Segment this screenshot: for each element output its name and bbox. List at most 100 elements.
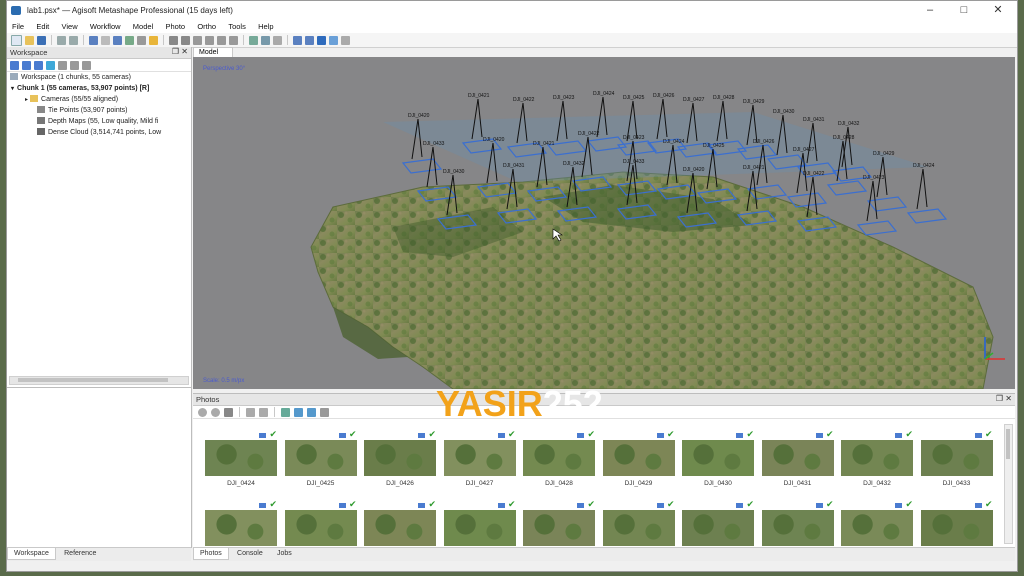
ruler-icon[interactable]	[137, 35, 146, 45]
menu-workflow[interactable]: Workflow	[85, 20, 126, 33]
photo-status-badges: ✔	[655, 499, 675, 510]
camera-label: DJI_0431	[503, 163, 525, 169]
scrollbar-thumb[interactable]	[1006, 429, 1010, 459]
add-chunk-icon[interactable]	[10, 60, 19, 70]
menu-photo[interactable]: Photo	[160, 20, 190, 33]
enable-icon[interactable]	[58, 60, 67, 70]
photo-status-badges: ✔	[496, 499, 516, 510]
camera-frustum-line	[426, 146, 434, 188]
rotate-left-icon[interactable]	[198, 407, 207, 417]
tree-item-dense-cloud[interactable]: Dense Cloud (3,514,741 points, Low	[37, 128, 161, 138]
move-region-icon[interactable]	[113, 35, 122, 45]
photo-label: DJI_0425	[306, 480, 335, 487]
add-photos-icon[interactable]	[22, 60, 31, 70]
tree-item-cameras[interactable]: ▸ Cameras (55/55 aligned)	[25, 95, 118, 105]
enable-camera-icon[interactable]	[246, 407, 255, 417]
camera-label: DJI_0432	[563, 161, 585, 167]
camera-icon	[497, 503, 505, 508]
disable-camera-icon[interactable]	[259, 407, 268, 417]
reset-view-icon[interactable]	[217, 35, 226, 45]
tab-photos[interactable]: Photos	[193, 548, 229, 560]
zoom-in-icon[interactable]	[193, 35, 202, 45]
remove-photo-icon[interactable]	[224, 407, 233, 417]
show-info-icon[interactable]	[341, 35, 350, 45]
crop-selection-icon[interactable]	[181, 35, 190, 45]
aligned-check-icon: ✔	[825, 429, 834, 439]
add-markers-icon[interactable]	[46, 60, 55, 70]
remove-item-icon[interactable]	[82, 60, 91, 70]
zoom-out-icon[interactable]	[205, 35, 214, 45]
menu-tools[interactable]: Tools	[223, 20, 251, 33]
open-folder-icon[interactable]	[25, 35, 34, 45]
camera-icon	[577, 503, 584, 508]
tree-item-workspace[interactable]: Workspace (1 chunks, 55 cameras)	[10, 73, 131, 83]
undo-icon[interactable]	[57, 35, 66, 45]
photo-image	[841, 510, 913, 546]
panel-float-close-icon[interactable]: ❐ ✕	[172, 47, 188, 56]
new-file-icon[interactable]	[11, 34, 22, 46]
camera-icon	[259, 433, 266, 438]
tab-model[interactable]: Model	[193, 47, 233, 57]
shading-icon[interactable]	[273, 35, 282, 45]
show-cameras-icon[interactable]	[293, 35, 302, 45]
menu-edit[interactable]: Edit	[31, 20, 54, 33]
model-view-icon[interactable]	[261, 35, 270, 45]
tree-item-depth-maps[interactable]: Depth Maps (55, Low quality, Mild fi	[37, 117, 158, 127]
aligned-check-icon: ✔	[666, 429, 675, 439]
tab-jobs[interactable]: Jobs	[271, 548, 298, 559]
save-icon[interactable]	[37, 35, 46, 45]
capture-view-icon[interactable]	[229, 35, 238, 45]
aligned-check-icon: ✔	[905, 429, 913, 439]
photo-status-badges: ✔	[257, 499, 277, 510]
close-icon[interactable]: ✕	[981, 1, 1015, 20]
photo-image	[682, 440, 754, 476]
panel-float-close-icon[interactable]: ❐ ✕	[996, 394, 1012, 403]
rotate-right-icon[interactable]	[211, 407, 220, 417]
minimize-icon[interactable]: –	[913, 1, 947, 20]
menu-help[interactable]: Help	[253, 20, 278, 33]
rotate-object-icon[interactable]	[125, 35, 134, 45]
aligned-check-icon: ✔	[348, 499, 357, 509]
redo-icon[interactable]	[69, 35, 78, 45]
photos-title: Photos	[196, 395, 220, 404]
view-mode-dropdown-icon[interactable]	[320, 407, 329, 417]
tree-item-chunk[interactable]: ▾ Chunk 1 (55 cameras, 53,907 points) [R]	[11, 84, 149, 94]
disable-icon[interactable]	[70, 60, 79, 70]
maximize-icon[interactable]: □	[947, 1, 981, 20]
show-thumbnails-icon[interactable]	[294, 407, 303, 417]
dense-cloud-view-icon[interactable]	[249, 35, 258, 45]
toolbar-divider	[83, 35, 84, 45]
model-viewport[interactable]: DJI_0420 DJI_0421 DJI_0422 DJI_0423 DJI_0424…	[193, 57, 1015, 389]
tab-reference[interactable]: Reference	[58, 548, 102, 559]
view-details-icon[interactable]	[307, 407, 316, 417]
menu-view[interactable]: View	[57, 20, 83, 33]
menu-file[interactable]: File	[7, 20, 29, 33]
workspace-panel: Workspace ❐ ✕ Workspace (1 chunks, 55 ca…	[7, 47, 192, 387]
aligned-check-icon: ✔	[348, 429, 357, 439]
tab-workspace[interactable]: Workspace	[7, 548, 56, 560]
model-scene: DJI_0420 DJI_0421 DJI_0422 DJI_0423 DJI_0424…	[310, 91, 1005, 389]
delete-selection-icon[interactable]	[169, 35, 178, 45]
tab-console[interactable]: Console	[231, 548, 269, 559]
workspace-horizontal-scrollbar[interactable]	[9, 376, 189, 385]
photos-vertical-scrollbar[interactable]	[1004, 424, 1013, 544]
expand-arrow-icon[interactable]: ▾	[11, 86, 14, 92]
draw-polygon-icon[interactable]	[149, 35, 158, 45]
tree-item-tie-points[interactable]: Tie Points (53,907 points)	[37, 106, 128, 116]
scrollbar-thumb[interactable]	[18, 378, 168, 382]
show-trackball-icon[interactable]	[329, 35, 338, 45]
show-masks-icon[interactable]	[281, 407, 290, 417]
camera-label: DJI_0428	[833, 135, 855, 141]
camera-label: DJI_0420	[483, 137, 505, 143]
add-folder-icon[interactable]	[34, 60, 43, 70]
rectangle-selection-icon[interactable]	[101, 35, 110, 45]
menu-model[interactable]: Model	[128, 20, 158, 33]
show-region-icon[interactable]	[317, 35, 326, 45]
watermark: YASIR252	[436, 383, 603, 425]
menu-ortho[interactable]: Ortho	[192, 20, 221, 33]
show-markers-icon[interactable]	[305, 35, 314, 45]
collapse-arrow-icon[interactable]: ▸	[25, 97, 28, 103]
photos-toolbar	[193, 406, 1015, 419]
photo-label: DJI_0431	[783, 480, 812, 487]
navigation-icon[interactable]	[89, 35, 98, 45]
